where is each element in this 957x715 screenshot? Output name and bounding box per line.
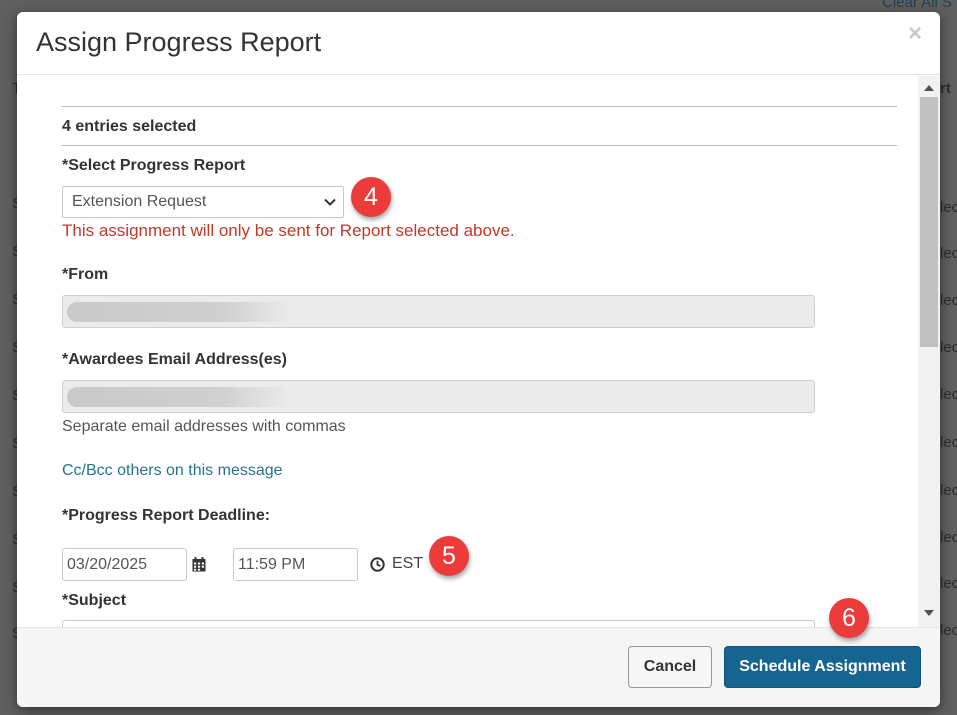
scroll-up-arrow-icon[interactable] (923, 82, 935, 94)
from-label: *From (62, 266, 109, 283)
modal-header: Assign Progress Report × (17, 12, 940, 75)
clock-icon[interactable] (370, 557, 385, 572)
bg-right-header: rt (940, 80, 951, 97)
modal-footer: Cancel Schedule Assignment (17, 627, 940, 707)
redacted-value (67, 387, 289, 407)
subject-input[interactable] (62, 620, 815, 627)
bg-right-cell: lec (940, 529, 957, 546)
bg-right-cell: lec (940, 339, 957, 356)
deadline-label: *Progress Report Deadline: (62, 507, 271, 524)
from-field (62, 295, 815, 328)
modal-title: Assign Progress Report (36, 27, 322, 57)
background-right-column: rt lec lec lec lec lec lec lec lec lec l… (940, 0, 957, 715)
scrollbar-thumb[interactable] (920, 97, 938, 347)
subject-label: *Subject (62, 592, 127, 609)
deadline-time-input[interactable] (233, 548, 358, 581)
progress-report-select-value: Extension Request (72, 193, 207, 210)
bg-right-cell: lec (940, 434, 957, 451)
step-badge-4: 4 (351, 177, 391, 217)
bg-right-cell: lec (940, 292, 957, 309)
step-badge-5: 5 (429, 536, 469, 576)
awardees-email-field (62, 380, 815, 413)
assign-progress-report-modal: Assign Progress Report × 4 entries selec… (17, 12, 940, 707)
bg-right-cell: lec (940, 199, 957, 216)
bg-right-cell: lec (940, 245, 957, 262)
progress-report-select[interactable]: Extension Request (62, 186, 344, 218)
schedule-assignment-button[interactable]: Schedule Assignment (724, 646, 921, 688)
chevron-down-icon (324, 198, 336, 206)
modal-scrollbar[interactable] (918, 76, 940, 627)
step-badge-6: 6 (829, 598, 869, 638)
bg-right-cell: lec (940, 575, 957, 592)
email-help-text: Separate email addresses with commas (62, 418, 346, 435)
background-left-column: T S S S S S S S S S S (0, 0, 17, 715)
awardees-email-label: *Awardees Email Address(es) (62, 351, 287, 368)
report-warning-text: This assignment will only be sent for Re… (62, 221, 515, 240)
divider (62, 145, 897, 146)
cancel-button[interactable]: Cancel (628, 646, 712, 688)
scroll-down-arrow-icon[interactable] (923, 607, 935, 619)
deadline-date-input[interactable] (62, 548, 187, 581)
divider (62, 106, 897, 107)
modal-body[interactable]: 4 entries selected *Select Progress Repo… (17, 76, 940, 627)
cc-bcc-link[interactable]: Cc/Bcc others on this message (62, 462, 283, 480)
close-icon[interactable]: × (908, 22, 922, 46)
select-progress-report-label: *Select Progress Report (62, 157, 246, 174)
bg-right-cell: lec (940, 622, 957, 639)
timezone-label: EST (392, 555, 424, 572)
entries-selected-count: 4 entries selected (62, 118, 197, 135)
redacted-value (67, 302, 292, 322)
bg-right-cell: lec (940, 482, 957, 499)
calendar-icon[interactable] (192, 557, 206, 572)
bg-right-cell: lec (940, 386, 957, 403)
